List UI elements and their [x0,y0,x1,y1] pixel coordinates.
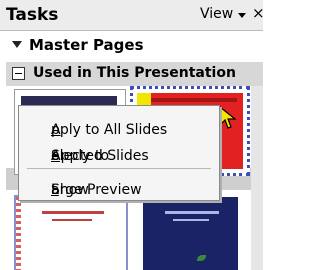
apply-to-all-slides-item[interactable]: Apply to All Slides [19,114,219,138]
used-in-presentation-header[interactable]: Used in This Presentation [6,62,263,86]
tasks-pane: Tasks View × Master Pages Used in This P… [0,0,263,270]
close-icon[interactable]: × [252,4,263,22]
triangle-down-icon[interactable] [12,41,22,48]
master-pages-label: Master Pages [29,36,144,54]
thumbnail-subtitle-line [173,219,209,221]
context-menu: Apply to All Slides Apply to Selected Sl… [18,105,220,201]
master-thumbnail-striped-edge[interactable] [14,195,128,270]
thumbnail-title-line [165,211,219,214]
apply-to-selected-slides-item[interactable]: Apply to Selected Slides [19,140,219,164]
triangle-down-icon[interactable] [238,13,246,18]
collapse-minus-icon[interactable] [12,67,25,80]
tasks-title: Tasks [6,5,59,25]
thumbnail-title-line [151,98,237,102]
tasks-title-bar: Tasks View × [0,0,263,31]
master-thumbnail-dark-blue[interactable] [143,197,238,270]
thumbnail-subtitle-line [52,219,92,221]
thumbnail-title-bar [21,96,117,105]
leaf-icon [197,255,206,261]
thumbnail-striped-edge [16,197,21,270]
used-in-presentation-label: Used in This Presentation [33,65,236,81]
show-large-preview-item[interactable]: Show Large Preview [19,174,219,198]
thumbnail-title-line [42,211,104,214]
view-menu-button[interactable]: View [200,6,233,22]
menu-separator [27,168,211,169]
mouse-pointer-icon [219,105,237,129]
master-pages-header[interactable]: Master Pages [0,31,263,57]
vertical-scrollbar[interactable] [251,86,263,270]
